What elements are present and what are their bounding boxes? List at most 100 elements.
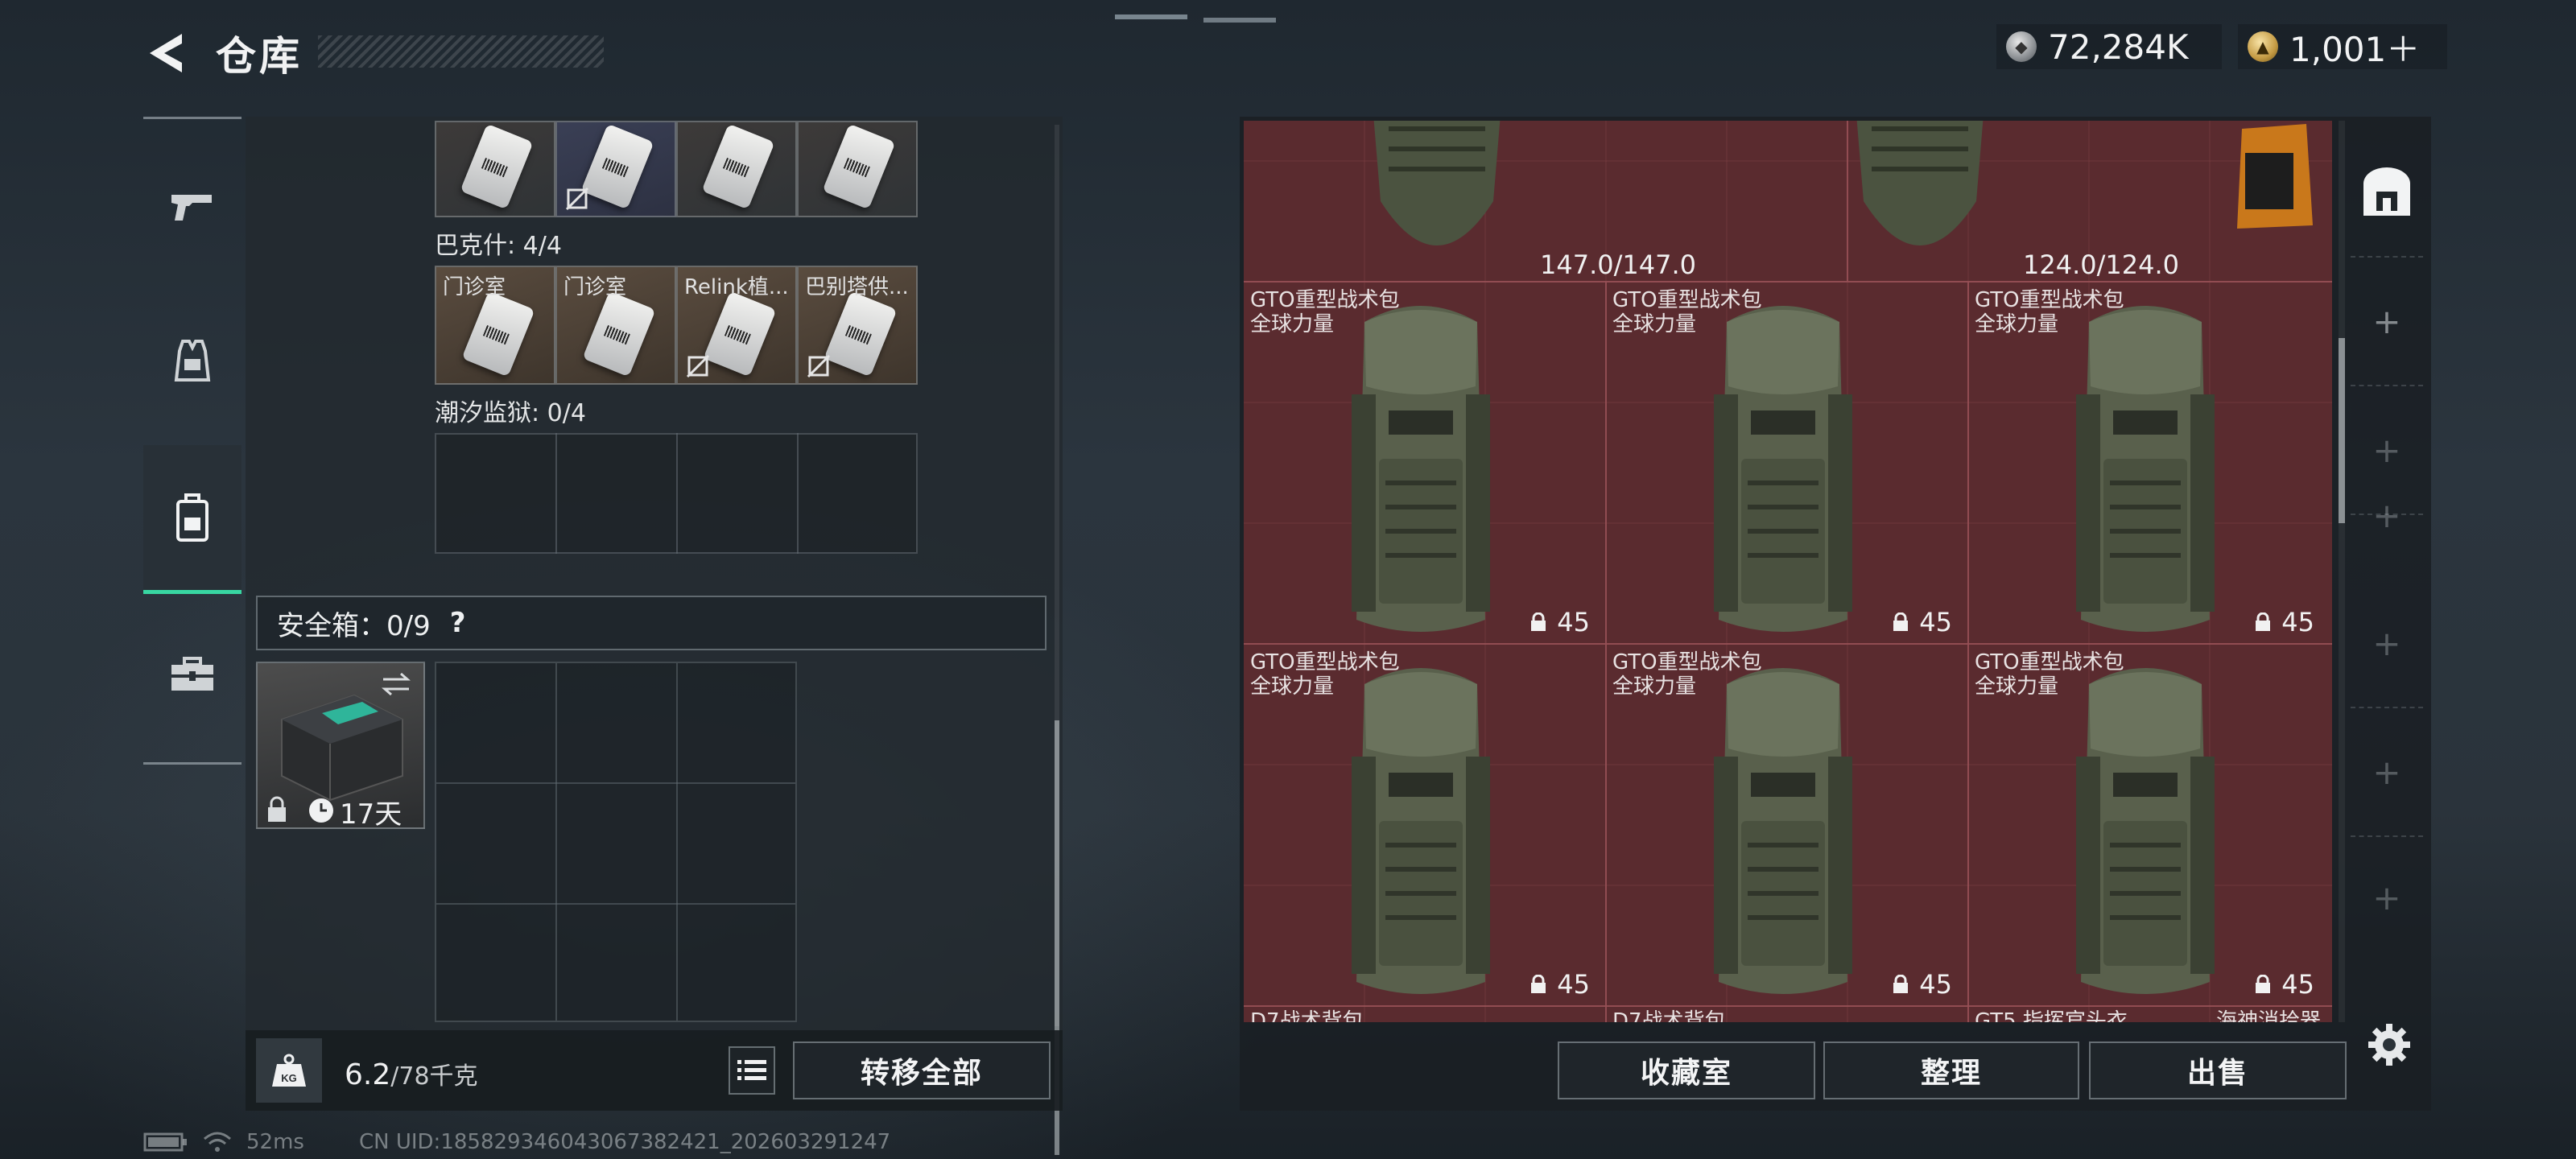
add-storage-tab[interactable]: + (2351, 258, 2423, 386)
prison-card-slots[interactable] (435, 433, 918, 554)
keycard-icon (582, 291, 656, 377)
keycard-item[interactable] (555, 121, 676, 217)
backpack-brand: 全球力量 (1612, 312, 1697, 336)
backpack-capacity: 45 (1892, 969, 1952, 1000)
gold-coin-icon: ▲ (2248, 31, 2278, 62)
backpack-name: 海神消拾器 (2216, 1009, 2322, 1022)
durability-value: 124.0/124.0 (2023, 250, 2179, 280)
backpack-name: D7战术背包 (1250, 1009, 1364, 1022)
backpack-name: GTO重型战术包 (1975, 288, 2124, 312)
capacity-icon (2256, 612, 2271, 631)
backpack-name: GTO重型战术包 (1250, 288, 1400, 312)
capacity-icon (1893, 975, 1909, 993)
backpack-item-icon (1352, 306, 1490, 632)
pistol-icon (171, 195, 212, 221)
backpack-item[interactable]: GTO重型战术包 全球力量 45 (1606, 644, 1968, 1006)
backpack-brand: 全球力量 (1250, 312, 1335, 336)
keycard-icon (822, 123, 896, 210)
settings-gear-icon[interactable] (2365, 1021, 2413, 1069)
keycard-item[interactable]: Relink植... (676, 266, 797, 385)
supply-bag-icon (2237, 124, 2313, 229)
broken-card-icon (686, 354, 710, 378)
swap-icon[interactable] (380, 671, 412, 697)
current-weight: 6.2 (345, 1058, 391, 1091)
keycard-icon (824, 291, 898, 377)
backpack-capacity: 45 (1892, 607, 1952, 637)
plus-icon: + (2372, 877, 2401, 918)
gold-currency-value: 1,001＋ (2289, 29, 2421, 69)
safe-box-bar: 安全箱：0/9 ? (256, 596, 1046, 650)
keycard-item[interactable] (435, 121, 555, 217)
keycard-icon (701, 123, 775, 210)
capacity-value: 45 (1919, 607, 1952, 637)
add-storage-tab[interactable]: + (2351, 837, 2423, 958)
keycard-label: 门诊室 (443, 275, 506, 299)
add-storage-tab[interactable]: + (2351, 580, 2423, 708)
weight-icon: KG (256, 1038, 322, 1103)
backpack-name: GTO重型战术包 (1612, 288, 1762, 312)
keycard-item[interactable]: 门诊室 (555, 266, 676, 385)
collection-room-button[interactable]: 收藏室 (1558, 1041, 1815, 1099)
keycard-label: 门诊室 (564, 275, 627, 299)
keycard-item[interactable]: 巴别塔供... (797, 266, 918, 385)
storage-tab-main[interactable] (2351, 129, 2423, 258)
silver-currency-value: 72,284K (2048, 27, 2189, 67)
armor-vest-icon (1373, 121, 1501, 245)
list-view-button[interactable] (729, 1046, 775, 1095)
help-icon[interactable]: ? (450, 607, 466, 639)
capacity-icon (2256, 975, 2271, 993)
weapons-tab[interactable] (143, 159, 242, 256)
organize-button[interactable]: 整理 (1823, 1041, 2079, 1099)
backpack-capacity: 45 (1530, 969, 1590, 1000)
section-bakshi-label: 巴克什: 4/4 (435, 232, 562, 260)
capacity-value: 45 (2281, 969, 2314, 1000)
backpack-brand: 全球力量 (1975, 674, 2059, 699)
sell-button[interactable]: 出售 (2089, 1041, 2347, 1099)
keycard-item[interactable] (676, 121, 797, 217)
keycard-label: Relink植... (684, 275, 789, 299)
capacity-value: 45 (1557, 969, 1590, 1000)
backpack-item-icon (2076, 668, 2215, 994)
backpack-capacity: 45 (2254, 969, 2314, 1000)
backpack-item[interactable]: GTO重型战术包 全球力量 45 (1606, 282, 1968, 644)
keycard-icon (461, 291, 535, 377)
capacity-icon (1893, 612, 1909, 631)
add-storage-tab[interactable]: + (2351, 708, 2423, 837)
keycard-item[interactable]: 门诊室 (435, 266, 555, 385)
section-prison-label: 潮汐监狱: 0/4 (435, 399, 586, 427)
keycard-icon (460, 123, 534, 210)
backpack-item[interactable]: GTO重型战术包 全球力量 45 (1244, 282, 1606, 644)
capacity-value: 45 (2281, 607, 2314, 637)
silver-currency[interactable]: ◆ 72,284K (1996, 24, 2222, 69)
safe-box-expiry: 17天 (340, 798, 402, 831)
clock-icon (309, 798, 333, 823)
capacity-icon (1531, 612, 1546, 631)
safe-box-grid[interactable] (435, 662, 797, 1022)
transfer-all-button[interactable]: 转移全部 (793, 1041, 1051, 1099)
left-scrollbar[interactable] (1055, 125, 1059, 1155)
gold-currency[interactable]: ▲ 1,001＋ (2238, 24, 2447, 69)
backpack-item[interactable]: GTO重型战术包 全球力量 45 (1968, 644, 2330, 1006)
backpack-item[interactable]: GTO重型战术包 全球力量 45 (1968, 282, 2330, 644)
keycard-icon (703, 291, 777, 377)
capacity-icon (1531, 975, 1546, 993)
safe-box-label: 安全箱：0/9 (277, 609, 431, 642)
backpack-item[interactable]: GTO重型战术包 全球力量 45 (1244, 644, 1606, 1006)
list-icon (737, 1060, 766, 1080)
keycard-item[interactable] (797, 121, 918, 217)
vest-icon (174, 340, 211, 382)
backpack-brand: 全球力量 (1975, 312, 2059, 336)
backpack-item-icon (1714, 306, 1852, 632)
backpack-capacity: 45 (2254, 607, 2314, 637)
add-storage-tab[interactable]: + (2351, 451, 2423, 580)
top-light-decoration (1115, 14, 1276, 23)
backpack-name: GTO重型战术包 (1612, 650, 1762, 674)
case-tab[interactable] (143, 626, 242, 723)
gear-tab[interactable] (143, 312, 242, 409)
backpack-icon (176, 493, 208, 542)
max-weight: /78千克 (390, 1062, 478, 1091)
backpack-tab[interactable] (143, 445, 242, 594)
safe-box-item[interactable]: 17天 (256, 662, 425, 831)
right-scrollbar[interactable] (2339, 121, 2345, 1022)
back-arrow-icon[interactable] (143, 31, 192, 76)
